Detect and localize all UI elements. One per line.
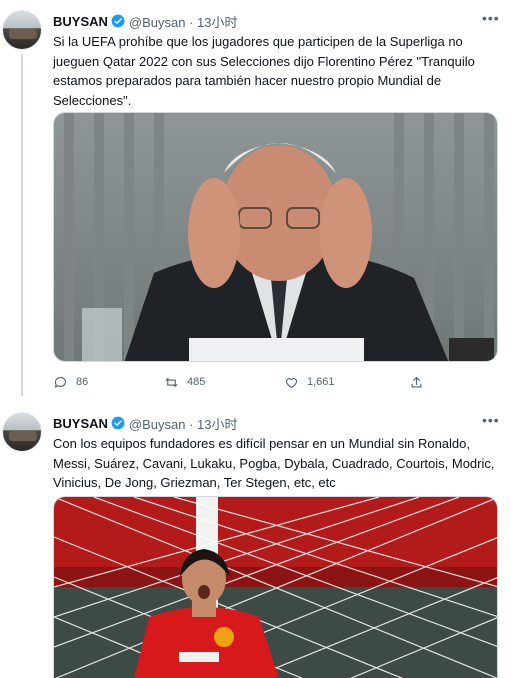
reply-count: 86 — [76, 376, 89, 388]
share-button[interactable] — [409, 373, 424, 391]
author-handle-time[interactable]: @Buysan · 13小时 — [129, 414, 238, 433]
author-avatar[interactable] — [2, 10, 42, 50]
retweet-button[interactable]: 485 — [164, 373, 205, 391]
photo-footballer-red-kit — [54, 497, 497, 678]
retweet-icon — [165, 377, 178, 387]
tweet-header: BUYSAN @Buysan · 13小时 — [53, 12, 237, 30]
photo-man-holding-head — [54, 113, 497, 361]
reply-icon — [54, 376, 67, 388]
retweet-count: 485 — [187, 376, 206, 388]
verified-badge-icon — [111, 14, 125, 28]
tweet-media-photo[interactable] — [53, 496, 498, 678]
author-name[interactable]: BUYSAN — [53, 416, 108, 431]
tweet-header: BUYSAN @Buysan · 13小时 — [53, 414, 237, 432]
author-name[interactable]: BUYSAN — [53, 14, 108, 29]
thread-connector-line — [21, 54, 23, 396]
author-handle-time[interactable]: @Buysan · 13小时 — [129, 12, 238, 31]
tweet-text: Si la UEFA prohíbe que los jugadores que… — [53, 34, 475, 108]
tweet-text: Con los equipos fundadores es difícil pe… — [53, 436, 495, 490]
tweet-actions: 86 485 1,661 — [53, 373, 453, 391]
like-count: 1,661 — [307, 376, 335, 388]
heart-icon — [285, 377, 298, 388]
more-options-icon[interactable]: ••• — [482, 412, 500, 428]
like-button[interactable]: 1,661 — [284, 373, 335, 391]
tweet-media-photo[interactable] — [53, 112, 498, 362]
share-icon — [411, 376, 422, 387]
reply-button[interactable]: 86 — [53, 373, 88, 391]
more-options-icon[interactable]: ••• — [482, 10, 500, 26]
author-avatar[interactable] — [2, 412, 42, 452]
verified-badge-icon — [111, 416, 125, 430]
